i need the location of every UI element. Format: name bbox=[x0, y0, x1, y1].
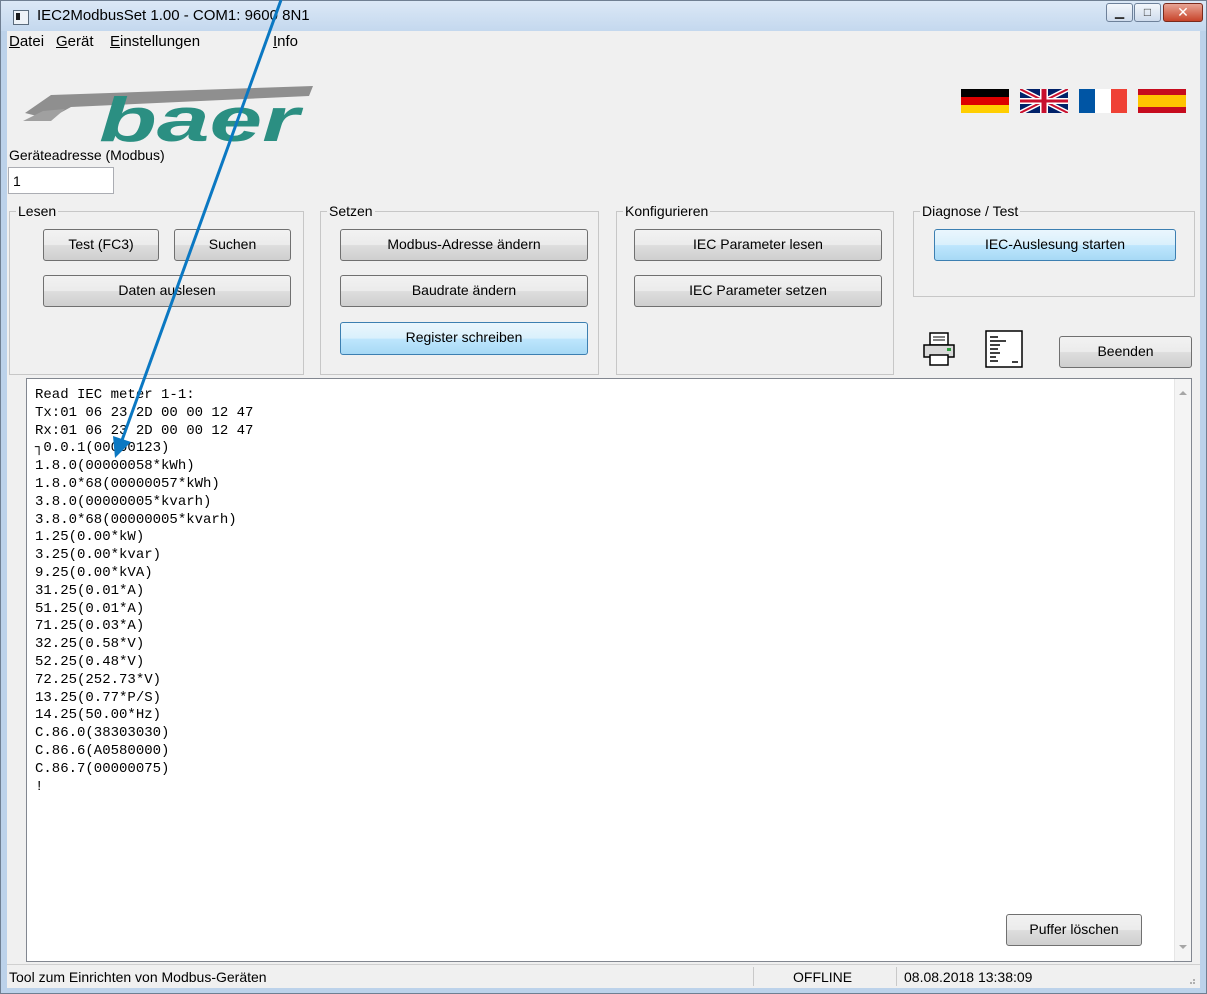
change-baudrate-button[interactable]: Baudrate ändern bbox=[340, 275, 588, 307]
group-lesen-title: Lesen bbox=[16, 203, 59, 219]
status-separator bbox=[896, 967, 897, 986]
log-line: 13.25(0.77*P/S) bbox=[35, 689, 162, 706]
minimize-button[interactable]: ▁ bbox=[1106, 3, 1133, 22]
start-iec-readout-button[interactable]: IEC-Auslesung starten bbox=[934, 229, 1176, 261]
group-diagnose-title: Diagnose / Test bbox=[920, 203, 1021, 219]
exit-button[interactable]: Beenden bbox=[1059, 336, 1192, 368]
group-setzen-title: Setzen bbox=[327, 203, 375, 219]
group-konfigurieren: Konfigurieren IEC Parameter lesen IEC Pa… bbox=[616, 203, 894, 375]
read-iec-parameters-button[interactable]: IEC Parameter lesen bbox=[634, 229, 882, 261]
client-area: Datei Gerät Einstellungen Info baer Gerä… bbox=[7, 31, 1200, 988]
change-modbus-address-button[interactable]: Modbus-Adresse ändern bbox=[340, 229, 588, 261]
baer-logo: baer bbox=[23, 86, 313, 143]
log-line: 32.25(0.58*V) bbox=[35, 636, 145, 653]
connection-status: OFFLINE bbox=[793, 969, 853, 985]
status-text: Tool zum Einrichten von Modbus-Geräten bbox=[9, 969, 267, 985]
log-line: 9.25(0.00*kVA) bbox=[35, 564, 153, 581]
log-line: C.86.6(A0580000) bbox=[35, 742, 170, 759]
menu-bar: Datei Gerät Einstellungen Info bbox=[7, 31, 1200, 52]
log-line: 14.25(50.00*Hz) bbox=[35, 707, 162, 724]
set-iec-parameters-button[interactable]: IEC Parameter setzen bbox=[634, 275, 882, 307]
uk-flag-icon[interactable] bbox=[1020, 89, 1068, 113]
log-line: Read IEC meter 1-1: bbox=[35, 387, 195, 403]
device-address-input[interactable] bbox=[8, 167, 114, 194]
log-line: Rx:01 06 23 2D 00 00 12 47 bbox=[35, 422, 254, 439]
menu-geraet[interactable]: Gerät bbox=[56, 33, 94, 50]
group-konfigurieren-title: Konfigurieren bbox=[623, 203, 711, 219]
logo-text: baer bbox=[99, 86, 303, 143]
log-line: 1.25(0.00*kW) bbox=[35, 529, 145, 546]
log-line: Tx:01 06 23 2D 00 00 12 47 bbox=[35, 404, 254, 421]
search-button[interactable]: Suchen bbox=[174, 229, 291, 261]
menu-datei[interactable]: Datei bbox=[9, 33, 44, 50]
log-line: 71.25(0.03*A) bbox=[35, 618, 145, 635]
printer-icon[interactable] bbox=[921, 331, 957, 367]
log-line: 3.8.0*68(00000005*kvarh) bbox=[35, 511, 237, 528]
log-line: 52.25(0.48*V) bbox=[35, 653, 145, 670]
app-window: IEC2ModbusSet 1.00 - COM1: 9600 8N1 ▁ □ … bbox=[0, 0, 1207, 994]
status-datetime: 08.08.2018 13:38:09 bbox=[904, 969, 1033, 985]
spain-flag-icon[interactable] bbox=[1138, 89, 1186, 113]
log-line: 3.25(0.00*kvar) bbox=[35, 547, 162, 564]
language-flags bbox=[961, 89, 1186, 113]
scroll-up-icon[interactable] bbox=[1179, 391, 1187, 395]
read-data-button[interactable]: Daten auslesen bbox=[43, 275, 291, 307]
scroll-down-icon[interactable] bbox=[1179, 945, 1187, 949]
test-fc3-button[interactable]: Test (FC3) bbox=[43, 229, 159, 261]
resize-grip-icon[interactable] bbox=[1186, 975, 1196, 985]
document-icon[interactable] bbox=[984, 329, 1024, 369]
log-line: ! bbox=[35, 778, 44, 795]
group-diagnose: Diagnose / Test IEC-Auslesung starten bbox=[913, 203, 1195, 297]
title-bar[interactable]: IEC2ModbusSet 1.00 - COM1: 9600 8N1 ▁ □ … bbox=[1, 1, 1206, 31]
menu-einstellungen[interactable]: Einstellungen bbox=[110, 33, 200, 50]
log-line: 3.8.0(00000005*kvarh) bbox=[35, 493, 212, 510]
minimize-icon: ▁ bbox=[1114, 5, 1125, 19]
log-line: 1.8.0(00000058*kWh) bbox=[35, 458, 195, 475]
write-register-button[interactable]: Register schreiben bbox=[340, 322, 588, 355]
window-title: IEC2ModbusSet 1.00 - COM1: 9600 8N1 bbox=[37, 7, 310, 24]
menu-info[interactable]: Info bbox=[273, 33, 298, 50]
log-line: 51.25(0.01*A) bbox=[35, 600, 145, 617]
status-bar: Tool zum Einrichten von Modbus-Geräten O… bbox=[7, 964, 1200, 988]
device-address-label: Geräteadresse (Modbus) bbox=[9, 147, 165, 163]
log-lines: Read IEC meter 1-1: Tx:01 06 23 2D 00 00 … bbox=[35, 387, 253, 796]
status-separator bbox=[753, 967, 754, 986]
close-icon: ✕ bbox=[1177, 4, 1189, 20]
maximize-button[interactable]: □ bbox=[1134, 3, 1161, 22]
germany-flag-icon[interactable] bbox=[961, 89, 1009, 113]
log-line: C.86.0(38303030) bbox=[35, 725, 170, 742]
clear-buffer-button[interactable]: Puffer löschen bbox=[1006, 914, 1142, 946]
log-scrollbar[interactable] bbox=[1174, 379, 1191, 961]
log-line: 72.25(252.73*V) bbox=[35, 671, 162, 688]
france-flag-icon[interactable] bbox=[1079, 89, 1127, 113]
group-lesen: Lesen Test (FC3) Suchen Daten auslesen bbox=[9, 203, 304, 375]
app-icon bbox=[13, 10, 29, 25]
log-line: ┐0.0.1(00000123) bbox=[35, 440, 170, 457]
close-button[interactable]: ✕ bbox=[1163, 3, 1203, 22]
log-line: 1.8.0*68(00000057*kWh) bbox=[35, 475, 220, 492]
log-output[interactable]: Read IEC meter 1-1: Tx:01 06 23 2D 00 00 … bbox=[26, 378, 1192, 962]
log-line: C.86.7(00000075) bbox=[35, 760, 170, 777]
group-setzen: Setzen Modbus-Adresse ändern Baudrate än… bbox=[320, 203, 599, 375]
log-line: 31.25(0.01*A) bbox=[35, 582, 145, 599]
maximize-icon: □ bbox=[1143, 5, 1152, 19]
